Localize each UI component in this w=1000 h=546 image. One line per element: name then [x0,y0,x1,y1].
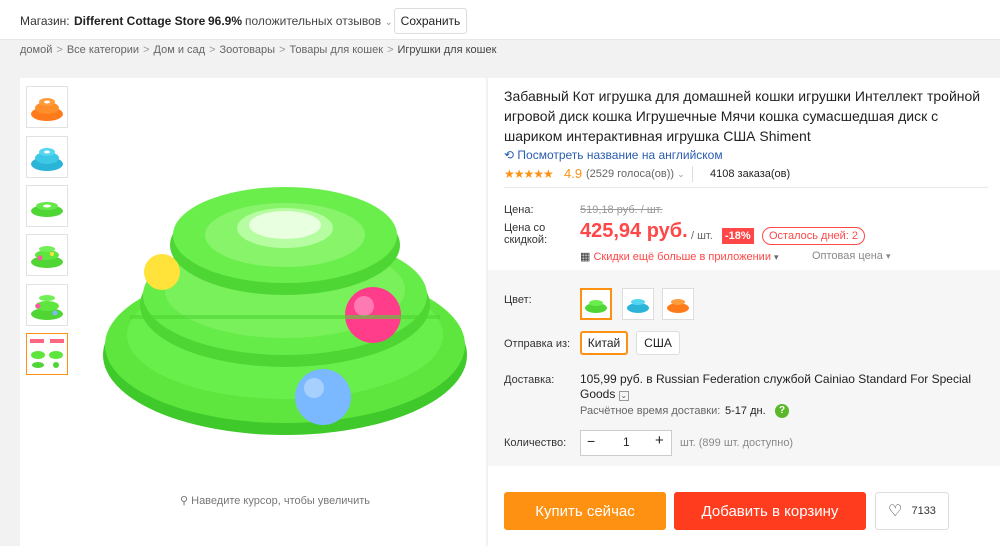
store-name-link[interactable]: Different Cottage Store [74,14,205,28]
thumbnail-green-tower-side[interactable] [26,234,68,276]
thumbnail-green-tower-balls[interactable] [26,284,68,326]
add-to-cart-button[interactable]: Добавить в корзину [674,492,866,530]
qr-code-icon: ▦ [580,251,591,263]
color-swatch-green[interactable] [580,288,612,320]
breadcrumb-cat-toys[interactable]: Игрушки для кошек [398,44,497,56]
eta-value: 5-17 дн. [725,405,766,417]
save-store-button[interactable]: Сохранить [394,8,467,34]
magnifier-icon: ⚲ [180,495,189,507]
breadcrumb-pet-supplies[interactable]: Зоотовары [220,44,276,56]
orders-count: 4108 заказа(ов) [710,168,791,180]
translate-icon: ⟲ [504,148,515,162]
help-icon[interactable]: ? [775,404,789,418]
product-main-image[interactable] [100,140,470,440]
store-bar: Магазин: Different Cottage Store 96.9% п… [0,0,1000,40]
buy-now-button[interactable]: Купить сейчас [504,492,666,530]
wishlist-button[interactable]: ♡ 7133 [875,492,949,530]
delivery-text: 105,99 руб. в Russian Federation службой… [580,372,971,386]
breadcrumb: домой > Все категории > Дом и сад > Зоотовары >… [20,44,497,56]
price-label: Цена: [504,204,534,216]
delivery-label: Доставка: [504,374,555,386]
ship-from-label: Отправка из: [504,338,571,350]
wholesale-price-dropdown[interactable]: Оптовая цена ▾ [812,250,890,262]
quantity-stepper: − 1 + [580,430,672,456]
rating-value: 4.9 [564,166,583,181]
chevron-down-icon: ▾ [885,251,891,261]
color-label: Цвет: [504,294,532,306]
breadcrumb-home-garden[interactable]: Дом и сад [154,44,206,56]
qty-available: шт. (899 шт. доступно) [680,437,794,449]
current-price: 425,94 руб. [580,220,688,242]
ship-from-usa[interactable]: США [636,331,680,355]
store-label: Магазин: [20,14,70,28]
star-rating-icon: ★★★★★ [504,167,554,181]
product-title: Забавный Кот игрушка для домашней кошки … [504,88,981,144]
chevron-down-icon: ⌄ [384,17,393,28]
rating-row: ★★★★★ 4.9 (2529 голоса(ов)) ⌄ 4108 заказ… [504,166,988,188]
original-price: 519,18 руб. / шт. [580,204,663,216]
thumbnail-orange-tower[interactable] [26,86,68,128]
qty-minus-button[interactable]: − [587,433,595,449]
discount-price-label-2: скидкой: [504,234,548,246]
delivery-service-dropdown[interactable]: Goods ⌄ [580,387,629,401]
zoom-hint-text: Наведите курсор, чтобы увеличить [191,495,371,507]
zoom-hint: ⚲ Наведите курсор, чтобы увеличить [180,494,370,507]
chevron-down-icon: ▾ [774,252,779,262]
heart-icon: ♡ [888,503,903,520]
discount-price-label-1: Цена со [504,222,546,234]
chevron-down-icon: ⌄ [677,169,685,179]
app-discount-link[interactable]: ▦ Скидки ещё больше в приложении ▾ [580,250,779,263]
breadcrumb-all-categories[interactable]: Все категории [67,44,139,56]
color-swatch-orange[interactable] [662,288,694,320]
discount-badge: -18% [722,228,754,244]
thumbnail-green-tower[interactable] [26,185,68,227]
eta-label: Расчётное время доставки: [580,405,721,417]
breadcrumb-home[interactable]: домой [20,44,52,56]
qty-plus-button[interactable]: + [655,432,664,449]
price-unit: / шт. [691,230,713,242]
english-title-link[interactable]: ⟲ Посмотреть название на английском [504,148,723,162]
ship-from-china[interactable]: Китай [580,331,628,355]
qty-input[interactable]: 1 [623,435,630,449]
chevron-down-icon: ⌄ [618,391,629,401]
store-rating: 96.9% [208,14,243,28]
votes-link[interactable]: (2529 голоса(ов)) ⌄ [586,168,685,180]
days-left-badge: Осталось дней: 2 [762,227,866,245]
thumbnail-product-diagram[interactable] [26,333,68,375]
color-swatch-blue[interactable] [622,288,654,320]
quantity-label: Количество: [504,437,567,449]
store-feedback-dropdown[interactable]: положительных отзывов ⌄ [245,14,393,28]
thumbnail-blue-tower[interactable] [26,136,68,178]
breadcrumb-cat-supplies[interactable]: Товары для кошек [290,44,384,56]
